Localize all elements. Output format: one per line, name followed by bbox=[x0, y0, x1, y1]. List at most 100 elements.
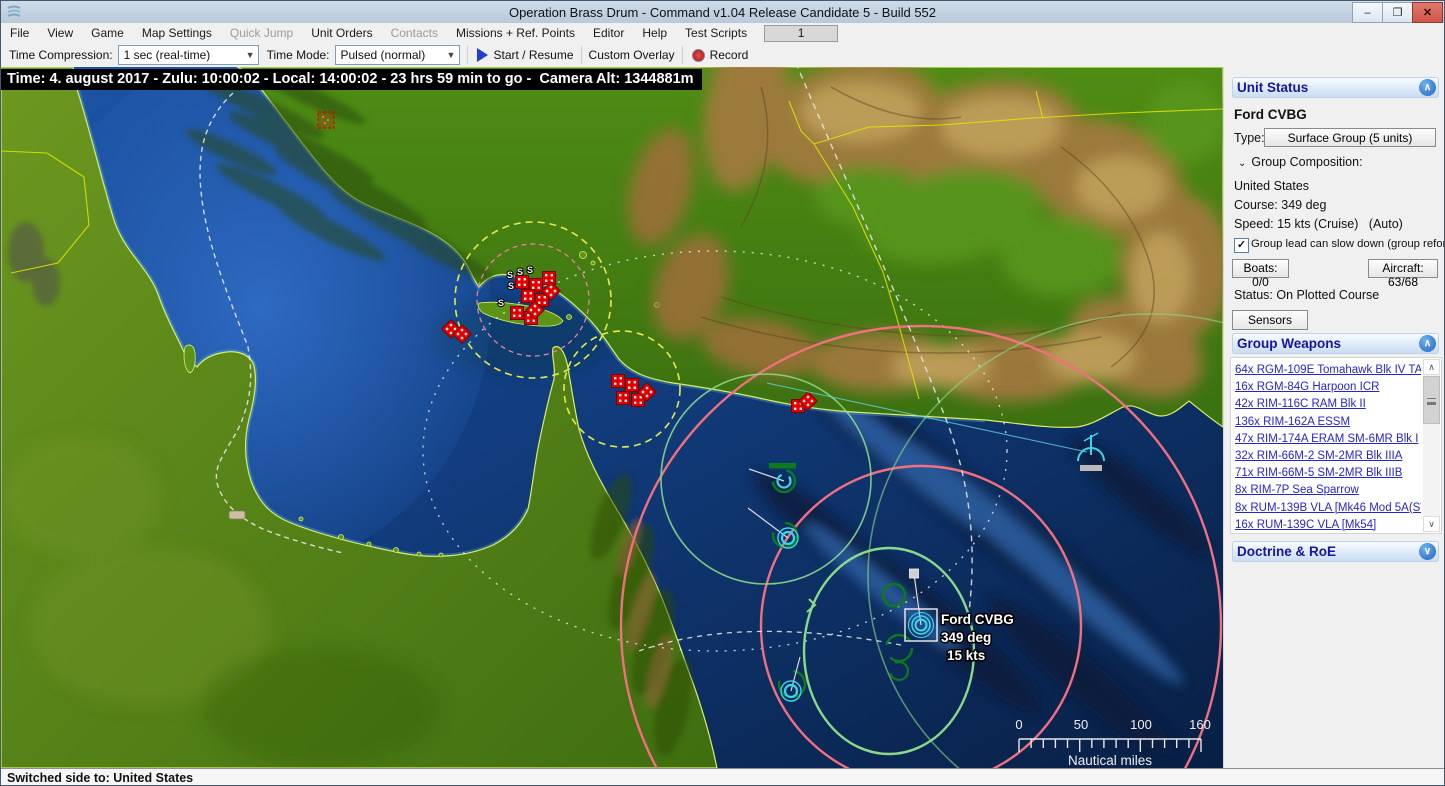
panel-header-unit-status[interactable]: Unit Status ∧ bbox=[1232, 77, 1439, 98]
toolbar: Time Compression: 1 sec (real-time) ▼ Ti… bbox=[1, 43, 1444, 68]
svg-text:15 kts: 15 kts bbox=[947, 648, 985, 663]
menu-quick-jump: Quick Jump bbox=[221, 24, 302, 42]
scroll-up-icon[interactable]: ∧ bbox=[1423, 359, 1440, 375]
group-reform-label: Group lead can slow down (group reform) bbox=[1251, 238, 1445, 250]
weapon-link[interactable]: 71x RIM-66M-5 SM-2MR Blk IIIB bbox=[1235, 465, 1421, 482]
chevron-down-icon: ▼ bbox=[444, 46, 459, 64]
aircraft-altitude-bar bbox=[1080, 465, 1102, 471]
aircraft-button[interactable]: Aircraft: 63/68 bbox=[1368, 259, 1438, 278]
start-resume-button[interactable]: Start / Resume bbox=[494, 48, 574, 62]
collapse-up-icon[interactable]: ∧ bbox=[1419, 79, 1436, 96]
collapse-up-icon[interactable]: ∧ bbox=[1419, 335, 1436, 352]
unit-side: United States bbox=[1234, 179, 1309, 193]
menu-unit-orders[interactable]: Unit Orders bbox=[302, 24, 381, 42]
title-bar[interactable]: Operation Brass Drum - Command v1.04 Rel… bbox=[1, 1, 1444, 23]
svg-text:50: 50 bbox=[1074, 717, 1088, 732]
play-icon[interactable] bbox=[477, 48, 488, 62]
svg-text:Ford CVBG: Ford CVBG bbox=[941, 612, 1014, 627]
right-sidebar: Unit Status ∧ Ford CVBG Type: Surface Gr… bbox=[1223, 67, 1445, 768]
weapon-link[interactable]: 47x RIM-174A ERAM SM-6MR Blk I bbox=[1235, 431, 1421, 448]
weapon-link[interactable]: 8x RUM-139B VLA [Mk46 Mod 5A(SW)] bbox=[1235, 500, 1421, 517]
unit-speed: Speed: 15 kts (Cruise) (Auto) bbox=[1234, 217, 1403, 231]
svg-text:100: 100 bbox=[1130, 717, 1152, 732]
neutral-ship[interactable] bbox=[229, 511, 245, 519]
weapon-link[interactable]: 32x RIM-66M-2 SM-2MR Blk IIIA bbox=[1235, 448, 1421, 465]
menu-test-scripts[interactable]: Test Scripts bbox=[676, 24, 756, 42]
panel-header-doctrine[interactable]: Doctrine & RoE ∨ bbox=[1232, 541, 1439, 562]
chevron-down-icon: ▼ bbox=[243, 46, 258, 64]
weapon-link[interactable]: 16x RUM-139C VLA [Mk54] bbox=[1235, 517, 1421, 534]
time-banner: Time: 4. august 2017 - Zulu: 10:00:02 - … bbox=[1, 69, 702, 90]
close-button[interactable]: ✕ bbox=[1412, 2, 1443, 23]
scrollbar-thumb[interactable] bbox=[1423, 376, 1440, 424]
svg-text:S: S bbox=[517, 267, 523, 277]
app-window: Operation Brass Drum - Command v1.04 Rel… bbox=[0, 0, 1445, 786]
collapse-down-icon[interactable]: ∨ bbox=[1419, 543, 1436, 560]
toolbar-separator bbox=[682, 46, 683, 64]
group-composition-label: Group Composition: bbox=[1251, 155, 1362, 169]
test-scripts-counter-field[interactable]: 1 bbox=[764, 25, 838, 42]
record-toggle[interactable]: Record bbox=[710, 48, 749, 62]
menu-missions-ref-points[interactable]: Missions + Ref. Points bbox=[447, 24, 584, 42]
hostile-reference-area[interactable] bbox=[318, 112, 334, 128]
weapon-link[interactable]: 16x RGM-84G Harpoon ICR bbox=[1235, 379, 1421, 396]
menu-help[interactable]: Help bbox=[633, 24, 676, 42]
chevron-down-icon: ⌄ bbox=[1238, 158, 1246, 169]
scroll-down-icon[interactable]: ∨ bbox=[1423, 516, 1440, 532]
svg-text:S: S bbox=[508, 281, 514, 291]
weapon-link[interactable]: 8x RIM-7P Sea Sparrow bbox=[1235, 482, 1421, 499]
group-weapons-list: 64x RGM-109E Tomahawk Blk IV TACTOM 16x … bbox=[1230, 357, 1442, 534]
status-message: Switched side to: United States bbox=[7, 771, 193, 785]
unit-status-title: Unit Status bbox=[1237, 80, 1419, 95]
record-icon[interactable] bbox=[692, 49, 705, 62]
svg-text:S: S bbox=[507, 270, 513, 280]
group-composition-row[interactable]: ⌄ Group Composition: bbox=[1238, 155, 1363, 169]
time-mode-select[interactable]: Pulsed (normal) ▼ bbox=[335, 45, 460, 65]
time-compression-label: Time Compression: bbox=[9, 48, 113, 62]
svg-text:Nautical miles: Nautical miles bbox=[1068, 753, 1152, 768]
menu-editor[interactable]: Editor bbox=[584, 24, 633, 42]
speed-value: Speed: 15 kts (Cruise) bbox=[1234, 217, 1358, 231]
svg-text:160: 160 bbox=[1189, 717, 1211, 732]
menu-file[interactable]: File bbox=[1, 24, 38, 42]
weapon-link[interactable]: 136x RIM-162A ESSM bbox=[1235, 414, 1421, 431]
toolbar-separator bbox=[581, 46, 582, 64]
time-compression-select[interactable]: 1 sec (real-time) ▼ bbox=[118, 45, 259, 65]
map-area[interactable]: S S S S S bbox=[1, 67, 1223, 768]
group-weapons-title: Group Weapons bbox=[1237, 336, 1419, 351]
maximize-button[interactable]: ❐ bbox=[1382, 2, 1413, 23]
group-reform-checkbox[interactable]: ✓ bbox=[1234, 238, 1249, 253]
sensors-button[interactable]: Sensors bbox=[1232, 310, 1308, 330]
time-mode-label: Time Mode: bbox=[267, 48, 330, 62]
menu-bar: File View Game Map Settings Quick Jump U… bbox=[1, 23, 1444, 44]
unit-name: Ford CVBG bbox=[1234, 107, 1307, 122]
menu-contacts: Contacts bbox=[382, 24, 447, 42]
speed-auto-flag: (Auto) bbox=[1369, 217, 1403, 231]
panel-header-group-weapons[interactable]: Group Weapons ∧ bbox=[1232, 333, 1439, 354]
svg-text:S: S bbox=[498, 298, 504, 308]
map-canvas[interactable]: S S S S S bbox=[1, 67, 1223, 768]
weapon-link[interactable]: 64x RGM-109E Tomahawk Blk IV TACTOM bbox=[1235, 362, 1421, 379]
boats-button[interactable]: Boats: 0/0 bbox=[1232, 259, 1289, 278]
time-compression-value: 1 sec (real-time) bbox=[124, 48, 243, 62]
window-title: Operation Brass Drum - Command v1.04 Rel… bbox=[1, 5, 1444, 20]
time-mode-value: Pulsed (normal) bbox=[341, 48, 444, 62]
type-value-button[interactable]: Surface Group (5 units) bbox=[1264, 128, 1436, 147]
unit-status-line: Status: On Plotted Course bbox=[1234, 288, 1379, 302]
menu-view[interactable]: View bbox=[38, 24, 82, 42]
type-label: Type: bbox=[1234, 131, 1265, 145]
menu-game[interactable]: Game bbox=[82, 24, 133, 42]
scrollbar[interactable]: ∧ ∨ bbox=[1423, 359, 1440, 532]
waypoint-marker[interactable] bbox=[910, 569, 919, 578]
svg-text:S: S bbox=[527, 265, 533, 275]
svg-text:349 deg: 349 deg bbox=[941, 630, 991, 645]
toolbar-separator bbox=[467, 46, 468, 64]
custom-overlay-button[interactable]: Custom Overlay bbox=[589, 48, 675, 62]
status-bar: Switched side to: United States bbox=[1, 768, 1444, 786]
weapon-link[interactable]: 42x RIM-116C RAM Blk II bbox=[1235, 396, 1421, 413]
menu-map-settings[interactable]: Map Settings bbox=[133, 24, 221, 42]
minimize-button[interactable]: – bbox=[1352, 2, 1383, 23]
doctrine-title: Doctrine & RoE bbox=[1237, 544, 1419, 559]
svg-text:0: 0 bbox=[1015, 717, 1022, 732]
unit-course: Course: 349 deg bbox=[1234, 198, 1326, 212]
